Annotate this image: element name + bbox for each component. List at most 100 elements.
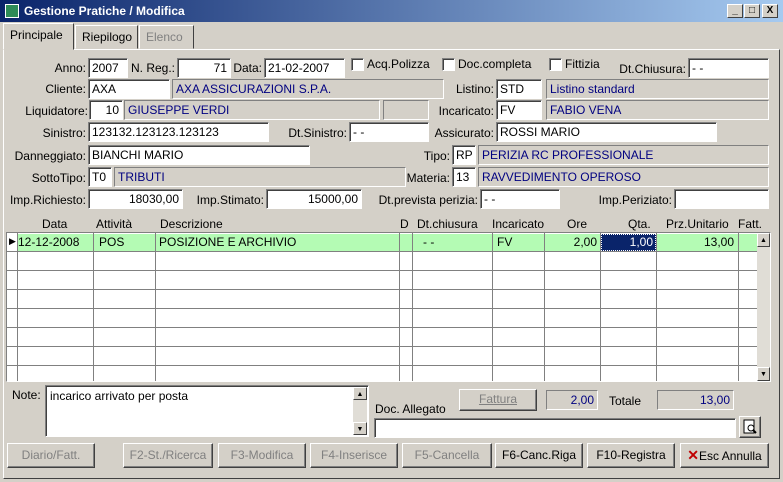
note-scroll-up-icon[interactable]: ▲ xyxy=(353,387,367,400)
nreg-field[interactable]: 71 xyxy=(177,58,231,78)
nreg-label: N. Reg.: xyxy=(130,61,175,75)
tipo-label: Tipo: xyxy=(423,149,450,163)
col-header-fatt[interactable]: Fatt. xyxy=(738,217,762,231)
col-header-data[interactable]: Data xyxy=(42,217,67,231)
sottotipo-code-field[interactable]: T0 xyxy=(88,167,112,187)
tab-elenco[interactable]: Elenco xyxy=(139,25,194,49)
cell-dt-chiusura[interactable]: - - xyxy=(423,235,434,249)
dt-prevista-field[interactable]: - - xyxy=(480,189,560,209)
fattura-button[interactable]: Fattura xyxy=(459,389,537,411)
app-icon xyxy=(5,4,19,18)
col-header-dt-chiusura[interactable]: Dt.chiusura xyxy=(417,217,478,231)
f6-canc-riga-button[interactable]: F6-Canc.Riga xyxy=(495,443,583,468)
assicurato-field[interactable]: ROSSI MARIO xyxy=(496,122,717,142)
totale-field: 13,00 xyxy=(657,390,734,410)
close-button[interactable]: X xyxy=(762,4,778,18)
row-indicator-icon: ▶ xyxy=(9,236,16,246)
document-search-icon xyxy=(743,419,757,434)
liquidatore-name-field: GIUSEPPE VERDI xyxy=(124,100,380,120)
scroll-up-icon[interactable]: ▲ xyxy=(757,233,770,247)
anno-label: Anno: xyxy=(54,61,86,75)
cell-descrizione[interactable]: POSIZIONE E ARCHIVIO xyxy=(159,235,296,249)
diario-fatt-button[interactable]: Diario/Fatt. xyxy=(7,443,95,468)
liquidatore-code-field[interactable]: 10 xyxy=(89,100,123,120)
listino-code-field[interactable]: STD xyxy=(496,79,542,99)
imp-stimato-field[interactable]: 15000,00 xyxy=(266,189,362,209)
activity-grid[interactable]: ▶ 12-12-2008 POS POSIZIONE E ARCHIVIO - … xyxy=(6,232,771,382)
note-scroll-down-icon[interactable]: ▼ xyxy=(353,422,367,435)
maximize-button[interactable]: □ xyxy=(744,4,760,18)
esc-annulla-button[interactable]: ✕Esc Annulla xyxy=(680,443,769,468)
esc-prefix-label: Esc xyxy=(699,449,720,463)
cell-incaricato[interactable]: FV xyxy=(497,235,512,249)
listino-label: Listino: xyxy=(455,82,494,96)
tipo-code-field[interactable]: RP xyxy=(452,145,476,165)
f5-cancella-button[interactable]: F5-Cancella xyxy=(402,443,492,468)
dt-sinistro-field[interactable]: - - xyxy=(349,122,429,142)
incaricato-label: Incaricato: xyxy=(438,104,494,118)
danneggiato-label: Danneggiato: xyxy=(14,149,86,163)
danneggiato-field[interactable]: BIANCHI MARIO xyxy=(88,145,310,165)
window-title: Gestione Pratiche / Modifica xyxy=(24,4,185,18)
imp-richiesto-label: Imp.Richiesto: xyxy=(9,193,86,207)
ore-totale-field: 2,00 xyxy=(546,390,598,410)
data-field[interactable]: 21-02-2007 xyxy=(264,58,345,78)
f10-registra-button[interactable]: F10-Registra xyxy=(587,443,675,468)
cell-attivita[interactable]: POS xyxy=(99,235,124,249)
scroll-down-icon[interactable]: ▼ xyxy=(757,367,770,381)
cell-prz-unitario[interactable]: 13,00 xyxy=(657,235,734,249)
col-header-descrizione[interactable]: Descrizione xyxy=(160,217,223,231)
assicurato-label: Assicurato: xyxy=(434,126,494,140)
materia-code-field[interactable]: 13 xyxy=(452,167,476,187)
sinistro-label: Sinistro: xyxy=(42,126,86,140)
col-header-d[interactable]: D xyxy=(400,217,409,231)
doc-allegato-field[interactable] xyxy=(374,418,736,438)
grid-scrollbar[interactable] xyxy=(757,233,770,381)
tab-riepilogo[interactable]: Riepilogo xyxy=(75,25,138,49)
f2-ricerca-button[interactable]: F2-St./Ricerca xyxy=(123,443,213,468)
liquidatore-label: Liquidatore: xyxy=(25,104,88,118)
acq-polizza-label: Acq.Polizza xyxy=(367,57,430,71)
f4-inserisce-button[interactable]: F4-Inserisce xyxy=(310,443,398,468)
dt-prevista-label: Dt.prevista perizia: xyxy=(378,193,478,207)
imp-periziato-label: Imp.Periziato: xyxy=(598,193,672,207)
cancel-x-icon: ✕ xyxy=(687,447,699,463)
note-label: Note: xyxy=(12,388,41,402)
dt-sinistro-label: Dt.Sinistro: xyxy=(288,126,347,140)
materia-name-field: RAVVEDIMENTO OPEROSO xyxy=(478,167,769,187)
f3-modifica-button[interactable]: F3-Modifica xyxy=(218,443,306,468)
note-textarea[interactable]: incarico arrivato per posta xyxy=(45,385,369,437)
cell-ore[interactable]: 2,00 xyxy=(545,235,597,249)
acq-polizza-checkbox[interactable] xyxy=(351,58,364,71)
col-header-prz-unitario[interactable]: Prz.Unitario xyxy=(666,217,729,231)
imp-richiesto-field[interactable]: 18030,00 xyxy=(88,189,183,209)
col-header-attivita[interactable]: Attività xyxy=(96,217,132,231)
data-label: Data: xyxy=(233,61,262,75)
doc-completa-label: Doc.completa xyxy=(458,57,532,71)
cell-data[interactable]: 12-12-2008 xyxy=(18,235,92,249)
cliente-code-field[interactable]: AXA xyxy=(88,79,170,99)
fittizia-checkbox[interactable] xyxy=(549,58,562,71)
cliente-name-field: AXA ASSICURAZIONI S.P.A. xyxy=(172,79,444,99)
imp-periziato-field[interactable] xyxy=(674,189,769,209)
tab-principale[interactable]: Principale xyxy=(3,23,74,50)
sottotipo-label: SottoTipo: xyxy=(31,171,86,185)
listino-name-field: Listino standard xyxy=(546,79,769,99)
incaricato-code-field[interactable]: FV xyxy=(496,100,542,120)
sinistro-field[interactable]: 123132.123123.123123 xyxy=(88,122,269,142)
col-header-incaricato[interactable]: Incaricato xyxy=(492,217,544,231)
incaricato-name-field: FABIO VENA xyxy=(546,100,769,120)
imp-stimato-label: Imp.Stimato: xyxy=(196,193,264,207)
minimize-button[interactable]: _ xyxy=(727,4,743,18)
dt-chiusura-field[interactable]: - - xyxy=(688,58,769,78)
anno-field[interactable]: 2007 xyxy=(88,58,128,78)
liquidatore-extra-field xyxy=(383,100,429,120)
title-bar: Gestione Pratiche / Modifica _ □ X xyxy=(0,0,783,22)
col-header-qta[interactable]: Qta. xyxy=(628,217,651,231)
col-header-ore[interactable]: Ore xyxy=(567,217,587,231)
doc-completa-checkbox[interactable] xyxy=(442,58,455,71)
cell-qta[interactable]: 1,00 xyxy=(601,235,653,249)
cliente-label: Cliente: xyxy=(45,82,86,96)
materia-label: Materia: xyxy=(406,171,450,185)
browse-document-button[interactable] xyxy=(739,416,761,438)
